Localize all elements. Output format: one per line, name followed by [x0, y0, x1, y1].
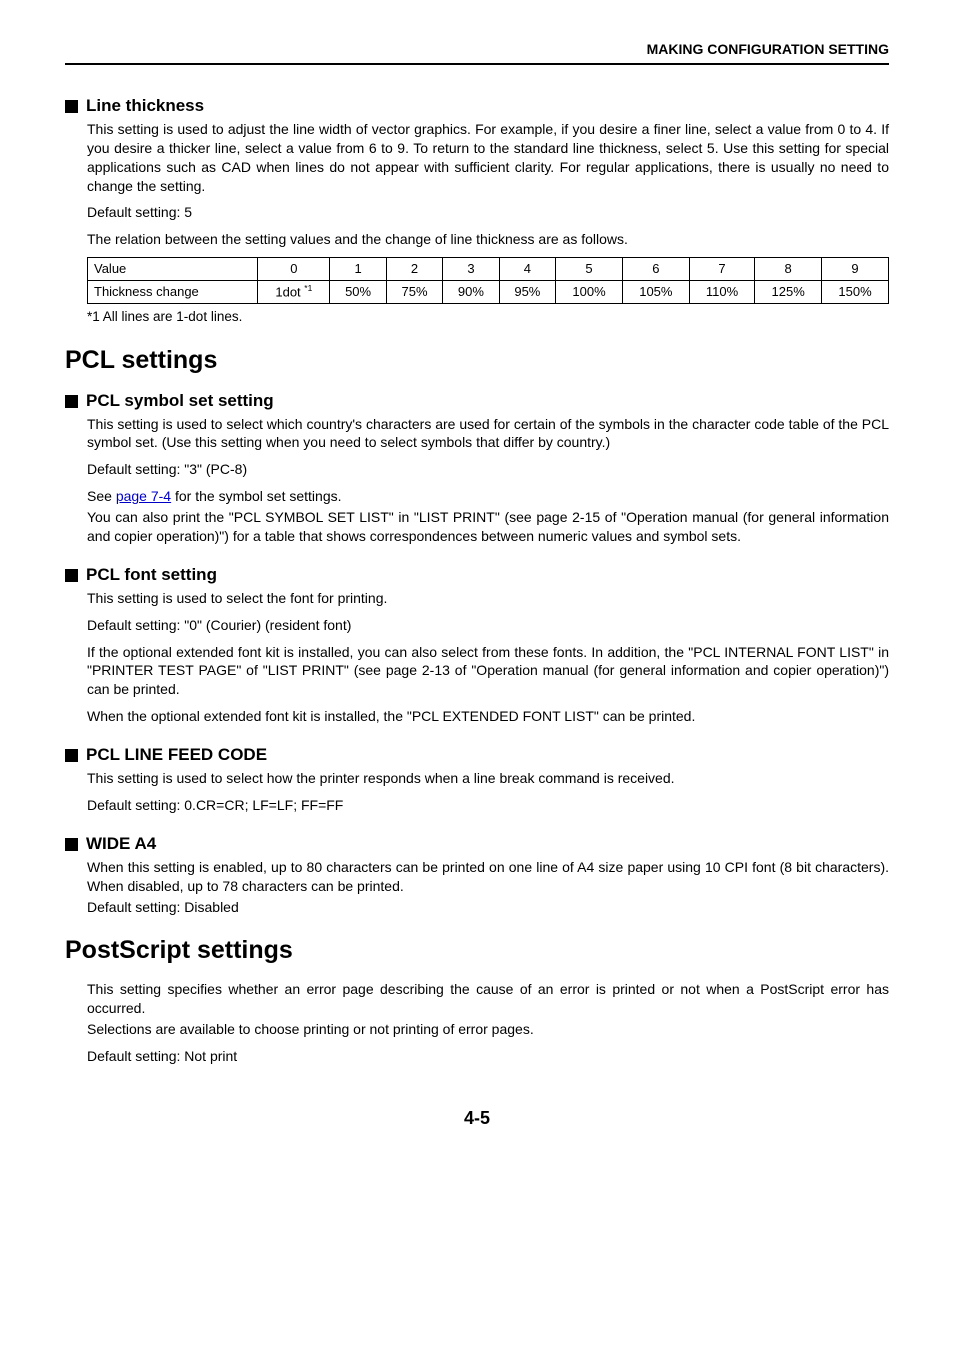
cell-change: 125%: [755, 280, 822, 303]
heading-row: PCL font setting: [65, 564, 889, 587]
bullet-square-icon: [65, 395, 78, 408]
heading-pcl-settings: PCL settings: [65, 344, 889, 378]
page-header: MAKING CONFIGURATION SETTING: [65, 40, 889, 65]
cell-value: 9: [822, 258, 889, 281]
body-wide-a4: When this setting is enabled, up to 80 c…: [65, 858, 889, 917]
pcl-lf-default: Default setting: 0.CR=CR; LF=LF; FF=FF: [87, 796, 889, 815]
section-pcl-linefeed: PCL LINE FEED CODE This setting is used …: [65, 744, 889, 815]
heading-row: Line thickness: [65, 95, 889, 118]
pcl-symbol-default: Default setting: "3" (PC-8): [87, 460, 889, 479]
heading-pcl-linefeed: PCL LINE FEED CODE: [86, 744, 267, 767]
heading-pcl-symbol: PCL symbol set setting: [86, 390, 274, 413]
heading-postscript: PostScript settings: [65, 934, 889, 968]
table-row: Value 0 1 2 3 4 5 6 7 8 9: [88, 258, 889, 281]
heading-wide-a4: WIDE A4: [86, 833, 156, 856]
line-thickness-default: Default setting: 5: [87, 203, 889, 222]
table-footnote: *1 All lines are 1-dot lines.: [65, 308, 889, 326]
line-thickness-relation: The relation between the setting values …: [87, 230, 889, 249]
cell-value: 6: [622, 258, 689, 281]
bullet-square-icon: [65, 749, 78, 762]
cell-value: 8: [755, 258, 822, 281]
bullet-square-icon: [65, 838, 78, 851]
wide-a4-default: Default setting: Disabled: [87, 898, 889, 917]
cell-change: 75%: [386, 280, 442, 303]
table-row: Thickness change 1dot *1 50% 75% 90% 95%…: [88, 280, 889, 303]
cell-change: 110%: [689, 280, 754, 303]
postscript-default: Default setting: Not print: [87, 1047, 889, 1066]
section-line-thickness: Line thickness This setting is used to a…: [65, 95, 889, 326]
cell-value: 4: [499, 258, 555, 281]
footnote-ref: *1: [304, 283, 312, 293]
see-prefix: See: [87, 488, 116, 504]
body-pcl-font: This setting is used to select the font …: [65, 589, 889, 726]
wide-a4-desc: When this setting is enabled, up to 80 c…: [87, 858, 889, 896]
section-pcl-symbol: PCL symbol set setting This setting is u…: [65, 390, 889, 546]
pcl-font-default: Default setting: "0" (Courier) (resident…: [87, 616, 889, 635]
body-line-thickness: This setting is used to adjust the line …: [65, 120, 889, 249]
heading-line-thickness: Line thickness: [86, 95, 204, 118]
pcl-font-body2: If the optional extended font kit is ins…: [87, 643, 889, 700]
cell-change-label: Thickness change: [88, 280, 258, 303]
pcl-symbol-see: See page 7-4 for the symbol set settings…: [87, 487, 889, 506]
cell-change: 100%: [556, 280, 623, 303]
table-line-thickness: Value 0 1 2 3 4 5 6 7 8 9 Thickness chan…: [87, 257, 889, 303]
section-wide-a4: WIDE A4 When this setting is enabled, up…: [65, 833, 889, 917]
heading-row: PCL LINE FEED CODE: [65, 744, 889, 767]
see-suffix: for the symbol set settings.: [171, 488, 341, 504]
page-number: 4-5: [65, 1106, 889, 1130]
cell-change: 150%: [822, 280, 889, 303]
postscript-body2: Selections are available to choose print…: [87, 1020, 889, 1039]
line-thickness-desc: This setting is used to adjust the line …: [87, 120, 889, 196]
cell-change: 105%: [622, 280, 689, 303]
pcl-symbol-desc: This setting is used to select which cou…: [87, 415, 889, 453]
pcl-symbol-body2: You can also print the "PCL SYMBOL SET L…: [87, 508, 889, 546]
pcl-font-desc: This setting is used to select the font …: [87, 589, 889, 608]
cell-value: 5: [556, 258, 623, 281]
pcl-font-body3: When the optional extended font kit is i…: [87, 707, 889, 726]
bullet-square-icon: [65, 569, 78, 582]
cell-change-text: 1dot: [275, 284, 304, 299]
cell-change: 50%: [330, 280, 386, 303]
cell-value: 0: [258, 258, 330, 281]
header-title: MAKING CONFIGURATION SETTING: [65, 40, 889, 59]
heading-pcl-font: PCL font setting: [86, 564, 217, 587]
cell-value: 1: [330, 258, 386, 281]
heading-row: WIDE A4: [65, 833, 889, 856]
body-pcl-linefeed: This setting is used to select how the p…: [65, 769, 889, 815]
heading-row: PCL symbol set setting: [65, 390, 889, 413]
cell-value: 7: [689, 258, 754, 281]
cell-change: 90%: [443, 280, 499, 303]
link-page-7-4[interactable]: page 7-4: [116, 488, 171, 504]
cell-value: 2: [386, 258, 442, 281]
bullet-square-icon: [65, 100, 78, 113]
cell-value: 3: [443, 258, 499, 281]
pcl-lf-desc: This setting is used to select how the p…: [87, 769, 889, 788]
section-pcl-font: PCL font setting This setting is used to…: [65, 564, 889, 726]
postscript-desc: This setting specifies whether an error …: [87, 980, 889, 1018]
body-pcl-symbol: This setting is used to select which cou…: [65, 415, 889, 546]
cell-value-label: Value: [88, 258, 258, 281]
body-postscript: This setting specifies whether an error …: [65, 980, 889, 1066]
cell-change: 1dot *1: [258, 280, 330, 303]
cell-change: 95%: [499, 280, 555, 303]
